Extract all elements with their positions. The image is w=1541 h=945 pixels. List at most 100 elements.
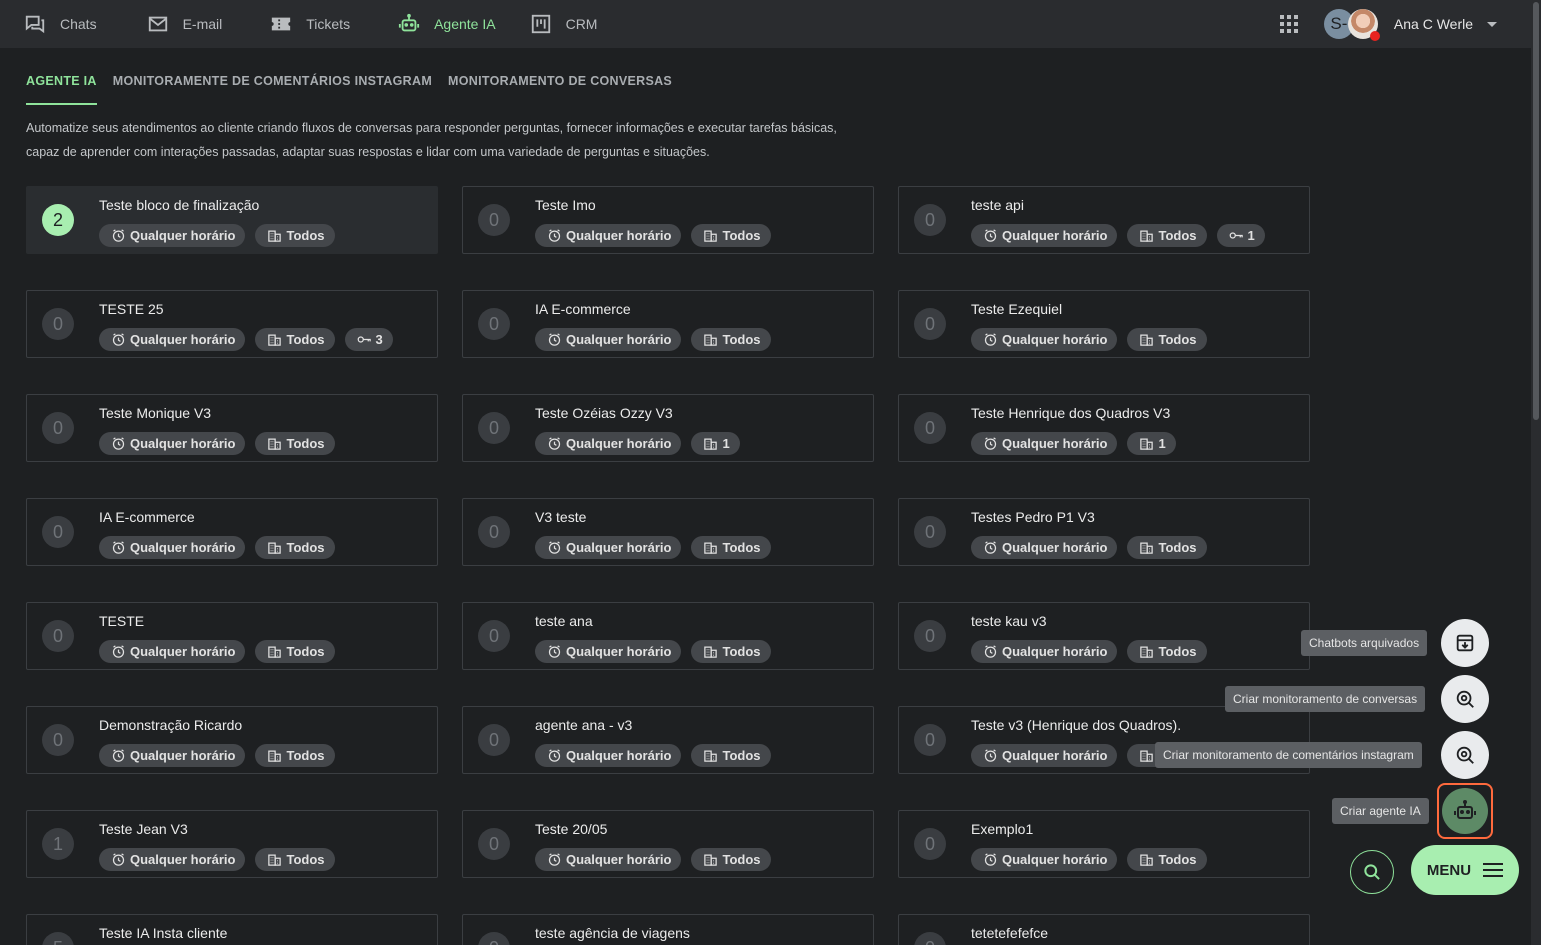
schedule-chip: Qualquer horário [535,224,682,247]
create-instagram-monitor-button[interactable] [1441,731,1489,779]
agent-card[interactable]: 0teste agência de viagensQualquer horári… [462,914,874,945]
schedule-chip: Qualquer horário [971,640,1118,663]
chevron-down-icon[interactable] [1487,21,1497,27]
agent-card[interactable]: 0 teste kau v3 Qualquer horário Todos [898,602,1310,670]
agent-card[interactable]: 0 IA E-commerce Qualquer horário Todos [26,498,438,566]
session-count-badge: 0 [478,724,510,756]
agent-card[interactable]: 0 Testes Pedro P1 V3 Qualquer horário Todos [898,498,1310,566]
agent-card[interactable]: 0 IA E-commerce Qualquer horário Todos [462,290,874,358]
building-icon [1140,854,1154,866]
search-button[interactable] [1350,850,1394,894]
nav-tickets[interactable]: Tickets [270,0,350,48]
agent-card[interactable]: 0 Teste Monique V3 Qualquer horário Todos [26,394,438,462]
chip-label: Qualquer horário [566,228,672,243]
chip-label: Qualquer horário [130,540,236,555]
session-count-badge: 0 [42,516,74,548]
avatar[interactable] [1347,9,1380,41]
agent-card[interactable]: 0 teste api Qualquer horário Todos 1 [898,186,1310,254]
scrollbar-thumb[interactable] [1533,2,1539,420]
agent-card[interactable]: 1 Teste Jean V3 Qualquer horário Todos [26,810,438,878]
archive-icon [1456,634,1474,652]
keys-chip: 3 [344,328,393,351]
building-icon [268,230,282,242]
session-count-badge: 0 [478,828,510,860]
chip-label: Todos [722,540,761,555]
chip-label: Todos [722,644,761,659]
agent-card[interactable]: 0 Demonstração Ricardo Qualquer horário Tod… [26,706,438,774]
agent-chips: Qualquer horário1 [971,432,1186,455]
agent-title: Teste Ezequiel [971,301,1063,317]
agent-chips: Qualquer horário Todos [535,848,781,871]
session-count-badge: 0 [42,620,74,652]
clock-icon [112,645,125,658]
nav-crm[interactable]: CRM [530,0,597,48]
nav-email[interactable]: E-mail [147,0,222,48]
building-icon [704,230,718,242]
apps-grid-icon[interactable] [1279,15,1298,33]
agent-chips: Qualquer horário Todos [99,224,345,247]
agent-card[interactable]: 0 Teste Henrique dos Quadros V3 Qualquer h… [898,394,1310,462]
chip-label: Todos [286,540,325,555]
agent-card[interactable]: 0 agente ana - v3 Qualquer horário Todos [462,706,874,774]
agent-title: Teste Monique V3 [99,405,212,421]
tabs: AGENTE IA MONITORAMENTE DE COMENTÁRIOS I… [26,70,688,106]
agent-card[interactable]: 2 Teste bloco de finalização Qualquer horá… [26,186,438,254]
nav-chats[interactable]: Chats [24,0,97,48]
agent-card[interactable]: 5Teste IA Insta clienteQualquer horárioT… [26,914,438,945]
create-conversation-monitor-button[interactable] [1441,675,1489,723]
create-agent-fab[interactable] [1442,788,1488,834]
user-name[interactable]: Ana C Werle [1394,16,1473,32]
agent-card[interactable]: 0 teste ana Qualquer horário Todos [462,602,874,670]
agent-card[interactable]: 0 Teste Ozéias Ozzy V3 Qualquer horário 1 [462,394,874,462]
session-count-badge: 0 [478,308,510,340]
agent-chips: Qualquer horário1 [971,744,1186,767]
chip-label: Qualquer horário [566,332,672,347]
chip-label: Todos [286,748,325,763]
department-chip: Todos [255,224,335,247]
department-chip: Todos [691,744,771,767]
clock-icon [548,437,561,450]
department-chip: Todos [691,536,771,559]
clock-icon [548,853,561,866]
archived-chatbots-button[interactable] [1441,619,1489,667]
chip-label: Qualquer horário [130,332,236,347]
session-count-badge: 0 [478,932,510,945]
clock-icon [112,229,125,242]
clock-icon [984,437,997,450]
agent-card[interactable]: 0tetetefefefceQualquer horárioTodos [898,914,1310,945]
agent-card[interactable]: 0 TESTE Qualquer horário Todos [26,602,438,670]
building-icon [704,854,718,866]
building-icon [1140,230,1154,242]
agent-card[interactable]: 0 Teste Ezequiel Qualquer horário Todos [898,290,1310,358]
tab-agente-ia[interactable]: AGENTE IA [26,70,97,106]
department-chip: Todos [691,224,771,247]
agent-card[interactable]: 0 V3 teste Qualquer horário Todos [462,498,874,566]
agent-chips: Qualquer horário Todos [535,536,781,559]
chip-label: Qualquer horário [566,644,672,659]
menu-button[interactable]: MENU [1411,845,1519,895]
agent-card[interactable]: 0 Exemplo1 Qualquer horário Todos [898,810,1310,878]
agent-title: TESTE [99,613,145,629]
tab-monitoramento-conversas[interactable]: MONITORAMENTO DE CONVERSAS [448,70,672,106]
schedule-chip: Qualquer horário [99,328,246,351]
building-icon [704,646,718,658]
building-icon [1140,646,1154,658]
tab-monitoramento-instagram[interactable]: MONITORAMENTE DE COMENTÁRIOS INSTAGRAM [113,70,432,106]
agent-title: V3 teste [535,509,587,525]
clock-icon [548,749,561,762]
nav-agente-ia[interactable]: Agente IA [398,0,496,48]
agent-card[interactable]: 0 TESTE 25 Qualquer horário Todos 3 [26,290,438,358]
scrollbar[interactable] [1531,0,1541,945]
schedule-chip: Qualquer horário [99,640,246,663]
agent-chips: Qualquer horário Todos [971,848,1217,871]
clock-icon [112,853,125,866]
create-agent-button[interactable] [1437,783,1493,839]
department-chip: Todos [691,328,771,351]
chip-label: Todos [1158,332,1197,347]
agent-card[interactable]: 0 Teste 20/05 Qualquer horário Todos [462,810,874,878]
agent-card[interactable]: 0 Teste Imo Qualquer horário Todos [462,186,874,254]
agent-title: tetetefefefce [971,925,1049,941]
agent-chips: Qualquer horário Todos 1 [971,224,1275,247]
building-icon [1140,542,1154,554]
schedule-chip: Qualquer horário [971,432,1118,455]
